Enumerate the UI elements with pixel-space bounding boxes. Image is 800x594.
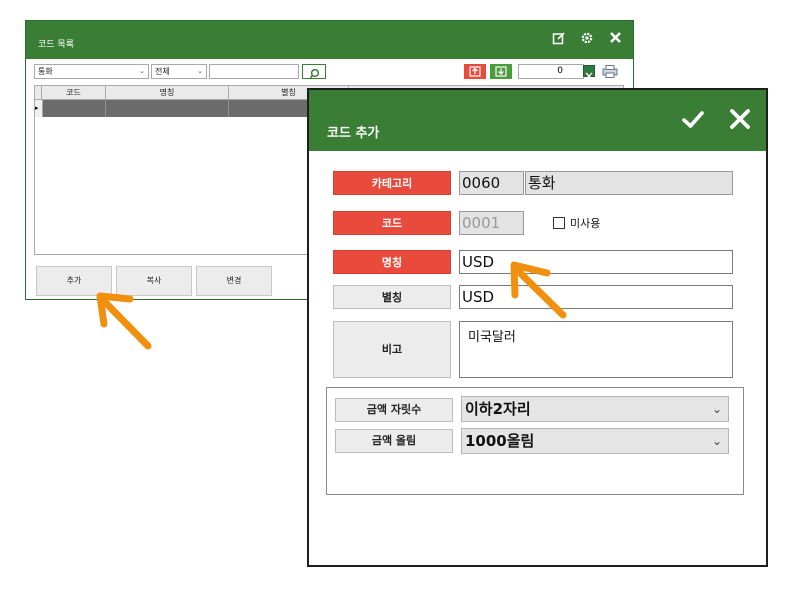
search-icon xyxy=(309,68,320,79)
alias-field[interactable]: USD xyxy=(459,285,733,309)
amount-round-label: 금액 올림 xyxy=(335,429,453,453)
code-add-dialog: 코드 추가 카테고리 0060 통화 코드 0001 미사용 명칭 USD 별칭… xyxy=(307,88,768,567)
amount-digits-value: 이하2자리 xyxy=(465,400,531,418)
add-button[interactable]: 추가 xyxy=(36,266,112,296)
close-icon[interactable] xyxy=(729,108,751,130)
upload-icon xyxy=(469,66,481,77)
category-name-field: 통화 xyxy=(525,171,733,195)
scope-select[interactable]: 전체 ⌄ xyxy=(151,64,207,79)
code-list-toolbar: 통화 ⌄ 전체 ⌄ 0 xyxy=(34,64,625,80)
upload-button[interactable] xyxy=(464,64,486,79)
code-add-titlebar: 코드 추가 xyxy=(309,90,766,151)
chevron-down-icon: ⌄ xyxy=(197,67,203,75)
code-list-titlebar: 코드 목록 xyxy=(26,21,633,59)
table-cell[interactable] xyxy=(42,100,106,117)
print-icon[interactable] xyxy=(600,64,620,79)
category-label: 카테고리 xyxy=(333,171,451,195)
code-label: 코드 xyxy=(333,211,451,235)
name-label: 명칭 xyxy=(333,250,451,274)
record-count: 0 xyxy=(518,64,584,79)
table-cell[interactable] xyxy=(106,100,229,117)
amount-digits-select[interactable]: 이하2자리 ⌄ xyxy=(461,396,729,422)
unused-checkbox[interactable] xyxy=(553,217,565,229)
column-header-code[interactable]: 코드 xyxy=(42,86,106,99)
close-icon[interactable] xyxy=(607,31,623,47)
category-code-field: 0060 xyxy=(459,171,524,195)
chevron-down-icon: ⌄ xyxy=(139,67,145,75)
download-icon xyxy=(495,66,507,77)
search-input[interactable] xyxy=(209,64,299,79)
confirm-check-icon[interactable] xyxy=(681,108,705,132)
code-add-title: 코드 추가 xyxy=(327,126,380,141)
copy-button[interactable]: 복사 xyxy=(116,266,192,296)
search-button[interactable] xyxy=(302,64,326,79)
code-list-title: 코드 목록 xyxy=(38,40,74,50)
grid-corner xyxy=(35,86,42,99)
scope-select-value: 전체 xyxy=(155,67,170,76)
edit-icon[interactable] xyxy=(551,31,567,47)
memo-label: 비고 xyxy=(333,321,451,378)
gear-icon[interactable] xyxy=(579,31,595,47)
column-header-name[interactable]: 명칭 xyxy=(106,86,229,99)
alias-label: 별칭 xyxy=(333,285,451,309)
download-button[interactable] xyxy=(490,64,512,79)
memo-textarea[interactable]: 미국달러 xyxy=(459,321,733,378)
amount-digits-label: 금액 자릿수 xyxy=(335,398,453,422)
excel-icon[interactable] xyxy=(583,65,595,80)
category-select-value: 통화 xyxy=(38,67,53,76)
amount-round-value: 1000올림 xyxy=(465,432,535,450)
change-button[interactable]: 변경 xyxy=(196,266,272,296)
chevron-down-icon: ⌄ xyxy=(711,402,722,416)
category-select[interactable]: 통화 ⌄ xyxy=(34,64,149,79)
unused-checkbox-label: 미사용 xyxy=(570,217,601,230)
amount-settings-group: 금액 자릿수 이하2자리 ⌄ 금액 올림 1000올림 ⌄ xyxy=(326,387,744,495)
chevron-down-icon: ⌄ xyxy=(711,434,722,448)
name-field[interactable]: USD xyxy=(459,250,733,274)
amount-round-select[interactable]: 1000올림 ⌄ xyxy=(461,428,729,454)
code-field: 0001 xyxy=(459,211,524,235)
